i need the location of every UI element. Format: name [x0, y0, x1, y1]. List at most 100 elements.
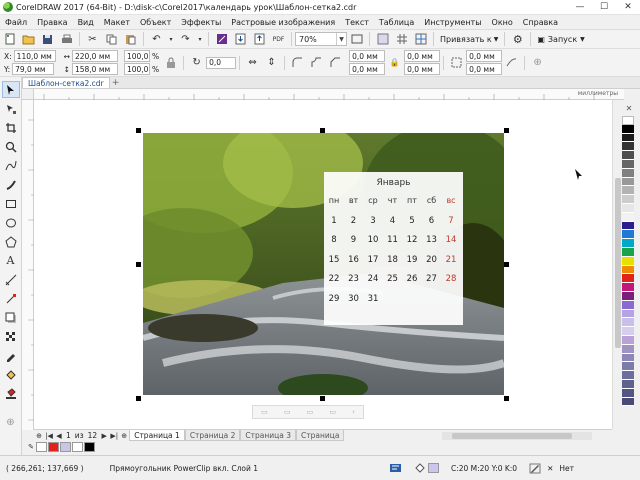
selection-handle[interactable]	[320, 396, 325, 401]
previous-page-icon[interactable]: ◀	[54, 431, 64, 441]
import-icon[interactable]	[232, 32, 249, 47]
show-grid-icon[interactable]	[393, 32, 410, 47]
palette-swatch[interactable]	[622, 371, 634, 380]
palette-swatch[interactable]	[622, 159, 634, 169]
scalloped-corner-icon[interactable]	[308, 55, 325, 70]
height-input[interactable]: 158,0 мм	[71, 63, 118, 75]
new-document-icon[interactable]	[1, 32, 18, 47]
maximize-button[interactable]: ☐	[592, 0, 616, 15]
add-page-icon[interactable]: ⊕	[34, 431, 44, 441]
outline-pen-icon[interactable]	[523, 463, 547, 474]
full-screen-preview-icon[interactable]	[348, 32, 365, 47]
palette-swatch[interactable]	[622, 344, 634, 354]
chamfered-corner-icon[interactable]	[327, 55, 344, 70]
redo-dropdown-icon[interactable]: ▾	[196, 32, 204, 47]
show-rulers-icon[interactable]	[374, 32, 391, 47]
smart-fill-tool-icon[interactable]	[2, 385, 20, 402]
palette-swatch[interactable]	[622, 168, 634, 178]
menu-edit[interactable]: Правка	[32, 18, 72, 27]
palette-swatch[interactable]	[622, 151, 634, 160]
page-tab-2[interactable]: Страница 2	[184, 430, 241, 441]
rectangle-tool-icon[interactable]	[2, 195, 20, 212]
print-icon[interactable]	[58, 32, 75, 47]
palette-swatch[interactable]	[622, 388, 634, 398]
palette-swatch[interactable]	[622, 300, 634, 310]
selection-handle[interactable]	[504, 262, 509, 267]
color-swatch-black[interactable]	[84, 442, 95, 452]
palette-swatch[interactable]	[622, 221, 634, 231]
scale-height-input[interactable]: 100,0	[123, 63, 150, 75]
vertical-scrollbar[interactable]	[612, 100, 622, 429]
palette-swatch[interactable]	[622, 379, 634, 389]
corner-radius-input-c[interactable]: 0,0 мм	[404, 50, 441, 62]
page-layout-icon[interactable]: ▭	[329, 408, 336, 416]
rotation-input[interactable]: 0,0	[206, 56, 237, 69]
undo-icon[interactable]: ↶	[148, 32, 165, 47]
palette-swatch[interactable]	[622, 265, 634, 275]
transparency-tool-icon[interactable]	[2, 328, 20, 345]
last-page-icon[interactable]: ▶|	[109, 431, 119, 441]
cut-icon[interactable]: ✂	[84, 32, 101, 47]
drop-shadow-tool-icon[interactable]	[2, 309, 20, 326]
color-proofing-icon[interactable]	[383, 463, 408, 473]
minimize-button[interactable]: —	[568, 0, 592, 15]
palette-swatch[interactable]	[622, 335, 634, 345]
outline-width-input-a[interactable]: 0,0 мм	[466, 50, 503, 62]
freehand-tool-icon[interactable]	[2, 157, 20, 174]
eyedropper-tool-icon[interactable]	[2, 347, 20, 364]
color-swatch-white[interactable]	[72, 442, 83, 452]
polygon-tool-icon[interactable]	[2, 233, 20, 250]
x-position-input[interactable]: 110,0 мм	[13, 50, 56, 62]
zoom-level-combo[interactable]: 70% ▼	[295, 32, 347, 46]
horizontal-scrollbar[interactable]	[442, 431, 592, 440]
no-color-swatch-icon[interactable]: ✕	[622, 100, 636, 116]
palette-swatch[interactable]	[622, 283, 634, 292]
palette-swatch[interactable]	[622, 397, 634, 407]
selection-handle[interactable]	[136, 128, 141, 133]
drawing-canvas[interactable]: Январь пн вт ср чт пт сб вс 1 2 3 4 5 6 7 8 9 10 1…	[34, 100, 612, 429]
document-tab[interactable]: Шаблон-сетка2.cdr	[22, 77, 110, 88]
color-swatch-red[interactable]	[48, 442, 59, 452]
redo-icon[interactable]: ↷	[177, 32, 194, 47]
corner-radius-input-a[interactable]: 0,0 мм	[349, 50, 386, 62]
page-layout-icon[interactable]: ▭	[307, 408, 314, 416]
palette-swatch[interactable]	[622, 212, 634, 222]
palette-swatch[interactable]	[622, 203, 634, 213]
palette-swatch[interactable]	[622, 116, 634, 125]
palette-swatch[interactable]	[622, 177, 634, 187]
add-document-tab-button[interactable]: +	[110, 77, 122, 88]
palette-swatch[interactable]	[622, 353, 634, 363]
launch-button[interactable]: ▣ Запуск ▼	[534, 32, 587, 47]
menu-view[interactable]: Вид	[73, 18, 99, 27]
chevron-right-icon[interactable]: ›	[352, 408, 355, 416]
vertical-scroll-thumb[interactable]	[615, 178, 621, 348]
options-gear-icon[interactable]: ⚙	[509, 32, 526, 47]
menu-table[interactable]: Таблица	[374, 18, 419, 27]
vertical-ruler[interactable]	[22, 100, 34, 430]
add-preset-icon[interactable]: ⊕	[529, 55, 546, 70]
menu-file[interactable]: Файл	[0, 18, 32, 27]
palette-swatch[interactable]	[622, 309, 634, 319]
palette-swatch[interactable]	[622, 291, 634, 301]
calendar-grid[interactable]: Январь пн вт ср чт пт сб вс 1 2 3 4 5 6 7 8 9 10 1…	[324, 172, 463, 325]
menu-text[interactable]: Текст	[340, 18, 374, 27]
connector-tool-icon[interactable]	[2, 290, 20, 307]
mirror-horizontal-icon[interactable]: ⇔	[244, 55, 261, 70]
close-button[interactable]: ✕	[616, 0, 640, 15]
corner-radius-input-b[interactable]: 0,0 мм	[349, 63, 386, 75]
palette-swatch[interactable]	[622, 247, 634, 257]
palette-swatch[interactable]	[622, 186, 634, 196]
selection-handle[interactable]	[504, 128, 509, 133]
mirror-vertical-icon[interactable]: ⇕	[263, 55, 280, 70]
palette-swatch[interactable]	[622, 327, 634, 336]
outline-width-input-b[interactable]: 0,0 мм	[466, 63, 503, 75]
scale-width-input[interactable]: 100,0	[123, 50, 150, 62]
palette-swatch[interactable]	[622, 256, 634, 266]
crop-tool-icon[interactable]	[2, 119, 20, 136]
lock-corners-icon[interactable]: 🔒	[386, 55, 403, 70]
add-tool-icon[interactable]: ⊕	[2, 414, 20, 431]
parallel-dimension-tool-icon[interactable]	[2, 271, 20, 288]
menu-help[interactable]: Справка	[518, 18, 563, 27]
search-content-icon[interactable]	[213, 32, 230, 47]
page-tab-4[interactable]: Страница	[296, 430, 345, 441]
